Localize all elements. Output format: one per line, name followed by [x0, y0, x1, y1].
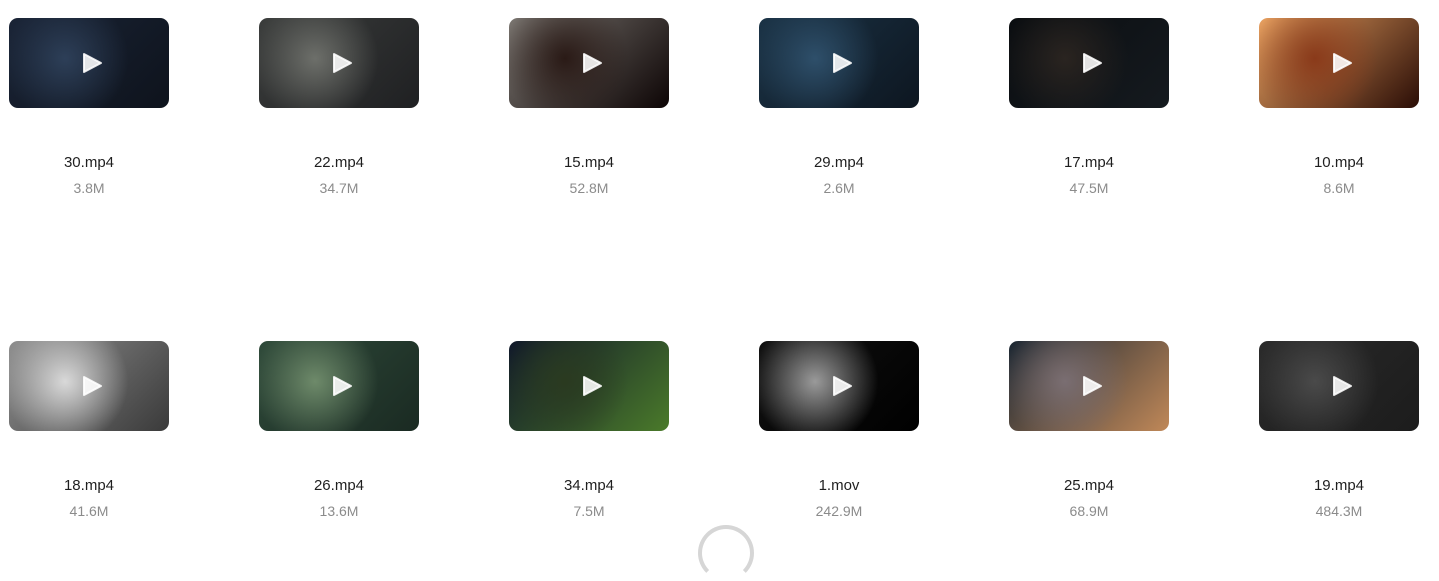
- video-grid: 30.mp4 3.8M 22.mp4 34.7M 15.mp4 52.8M 29.mp4 2.…: [0, 0, 1439, 533]
- file-name: 25.mp4: [1063, 477, 1115, 494]
- video-tile[interactable]: 22.mp4 34.7M: [259, 18, 419, 208]
- video-thumbnail[interactable]: [259, 18, 419, 108]
- video-tile[interactable]: 1.mov 242.9M: [759, 341, 919, 531]
- file-size: 8.6M: [1323, 180, 1355, 196]
- play-icon[interactable]: [331, 52, 353, 74]
- file-name: 30.mp4: [63, 154, 115, 171]
- file-name: 1.mov: [818, 477, 860, 494]
- video-thumbnail[interactable]: [1259, 341, 1419, 431]
- video-thumbnail[interactable]: [509, 18, 669, 108]
- file-size: 242.9M: [815, 503, 863, 519]
- video-thumbnail[interactable]: [9, 18, 169, 108]
- file-size: 484.3M: [1315, 503, 1363, 519]
- play-icon[interactable]: [581, 52, 603, 74]
- video-thumbnail[interactable]: [1259, 18, 1419, 108]
- play-icon[interactable]: [831, 52, 853, 74]
- video-tile[interactable]: 29.mp4 2.6M: [759, 18, 919, 208]
- play-icon[interactable]: [331, 375, 353, 397]
- video-tile[interactable]: 30.mp4 3.8M: [9, 18, 169, 208]
- file-size: 41.6M: [69, 503, 109, 519]
- video-tile[interactable]: 26.mp4 13.6M: [259, 341, 419, 531]
- video-tile[interactable]: 17.mp4 47.5M: [1009, 18, 1169, 208]
- file-name: 15.mp4: [563, 154, 615, 171]
- video-thumbnail[interactable]: [1009, 18, 1169, 108]
- play-icon[interactable]: [81, 375, 103, 397]
- play-icon[interactable]: [81, 52, 103, 74]
- file-size: 47.5M: [1069, 180, 1109, 196]
- video-thumbnail[interactable]: [759, 18, 919, 108]
- video-thumbnail[interactable]: [9, 341, 169, 431]
- video-tile[interactable]: 18.mp4 41.6M: [9, 341, 169, 531]
- video-tile[interactable]: 10.mp4 8.6M: [1259, 18, 1419, 208]
- play-icon[interactable]: [831, 375, 853, 397]
- file-name: 10.mp4: [1313, 154, 1365, 171]
- file-name: 22.mp4: [313, 154, 365, 171]
- file-size: 3.8M: [73, 180, 105, 196]
- play-icon[interactable]: [1081, 52, 1103, 74]
- video-tile[interactable]: 34.mp4 7.5M: [509, 341, 669, 531]
- video-thumbnail[interactable]: [759, 341, 919, 431]
- file-name: 17.mp4: [1063, 154, 1115, 171]
- play-icon[interactable]: [1331, 375, 1353, 397]
- video-tile[interactable]: 19.mp4 484.3M: [1259, 341, 1419, 531]
- file-name: 19.mp4: [1313, 477, 1365, 494]
- file-size: 68.9M: [1069, 503, 1109, 519]
- file-size: 13.6M: [319, 503, 359, 519]
- file-name: 26.mp4: [313, 477, 365, 494]
- video-thumbnail[interactable]: [509, 341, 669, 431]
- loading-spinner: [698, 525, 754, 581]
- file-size: 52.8M: [569, 180, 609, 196]
- play-icon[interactable]: [1081, 375, 1103, 397]
- video-thumbnail[interactable]: [1009, 341, 1169, 431]
- file-size: 7.5M: [573, 503, 605, 519]
- play-icon[interactable]: [1331, 52, 1353, 74]
- video-thumbnail[interactable]: [259, 341, 419, 431]
- file-size: 2.6M: [823, 180, 855, 196]
- file-size: 34.7M: [319, 180, 359, 196]
- file-name: 34.mp4: [563, 477, 615, 494]
- file-name: 18.mp4: [63, 477, 115, 494]
- video-tile[interactable]: 15.mp4 52.8M: [509, 18, 669, 208]
- video-tile[interactable]: 25.mp4 68.9M: [1009, 341, 1169, 531]
- file-name: 29.mp4: [813, 154, 865, 171]
- play-icon[interactable]: [581, 375, 603, 397]
